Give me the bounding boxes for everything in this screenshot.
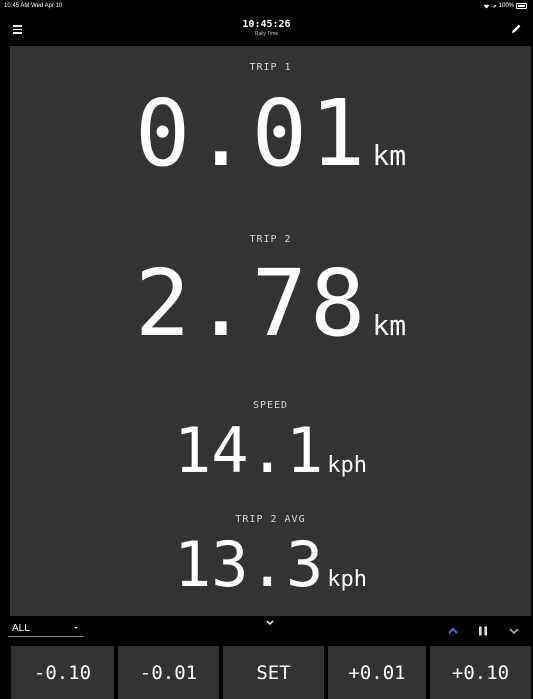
location-icon bbox=[492, 4, 497, 8]
count-up-icon[interactable] bbox=[446, 624, 460, 638]
battery-percent: 100% bbox=[498, 3, 514, 9]
rally-clock: 10:45:26 bbox=[242, 19, 291, 30]
trip1-display[interactable]: 0.01 km bbox=[10, 80, 531, 187]
set-button[interactable]: SET bbox=[223, 646, 324, 699]
speed-display: 14.1 kph bbox=[10, 414, 531, 487]
battery-icon bbox=[516, 3, 527, 9]
speed-unit: kph bbox=[327, 453, 368, 478]
plus-0-10-button[interactable]: +0.10 bbox=[430, 646, 531, 699]
count-down-icon[interactable] bbox=[507, 624, 521, 638]
trip2-avg-unit: kph bbox=[327, 567, 368, 592]
pause-icon[interactable] bbox=[476, 624, 490, 638]
chevron-down-icon[interactable] bbox=[264, 619, 276, 627]
adjust-buttons-row: -0.10 -0.01 SET +0.01 +0.10 bbox=[0, 644, 533, 699]
rally-clock-subtitle: Rally Time bbox=[254, 31, 279, 37]
minus-0-01-button[interactable]: -0.01 bbox=[118, 646, 219, 699]
trip-selector-value: ALL bbox=[12, 623, 30, 634]
status-time: 10:45 AM Wed Apr 10 bbox=[4, 3, 63, 9]
trip1-value: 0.01 bbox=[134, 80, 369, 187]
trip2-value: 2.78 bbox=[134, 250, 369, 357]
pencil-icon[interactable] bbox=[509, 22, 523, 36]
odometer-panel: TRIP 1 0.01 km TRIP 2 2.78 km SPEED 14.1 kp… bbox=[10, 46, 531, 616]
trip2-avg-display: 13.3 kph bbox=[10, 528, 531, 601]
trip2-label: TRIP 2 bbox=[249, 234, 292, 245]
minus-0-10-button[interactable]: -0.10 bbox=[11, 646, 114, 699]
wifi-icon bbox=[483, 4, 489, 9]
control-bar: ALL bbox=[0, 616, 533, 644]
trip2-avg-label: TRIP 2 AVG bbox=[235, 514, 306, 525]
app-bar: 10:45:26 Rally Time bbox=[0, 14, 533, 46]
trip2-avg-value: 13.3 bbox=[173, 528, 324, 601]
trip1-unit: km bbox=[372, 139, 407, 172]
speed-label: SPEED bbox=[252, 400, 289, 411]
plus-0-01-button[interactable]: +0.01 bbox=[328, 646, 426, 699]
dropdown-caret-icon bbox=[74, 627, 78, 629]
trip1-label: TRIP 1 bbox=[249, 62, 292, 73]
trip2-unit: km bbox=[372, 309, 407, 342]
trip-selector-dropdown[interactable]: ALL bbox=[8, 622, 84, 637]
speed-value: 14.1 bbox=[173, 414, 324, 487]
status-bar: 10:45 AM Wed Apr 10 100% bbox=[0, 0, 533, 14]
trip2-display[interactable]: 2.78 km bbox=[10, 250, 531, 357]
